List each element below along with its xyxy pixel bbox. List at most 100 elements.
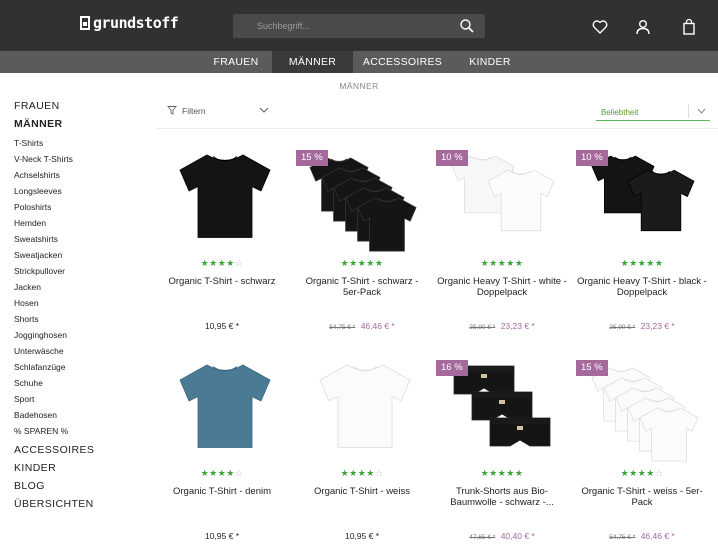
sidebar: FRAUEN MÄNNER T-Shirts V-Neck T-Shirts Ach… [14, 99, 134, 515]
product-image[interactable] [156, 358, 288, 468]
sidebar-item-kinder[interactable]: KINDER [14, 461, 134, 479]
old-price: 25,90 € * [469, 324, 496, 331]
sidebar-subitem[interactable]: Hemden [14, 215, 134, 231]
discount-badge: 15 % [296, 150, 328, 166]
sidebar-item-uebersichten[interactable]: ÜBERSICHTEN [14, 497, 134, 515]
sidebar-item-maenner[interactable]: MÄNNER [14, 117, 134, 135]
product-name[interactable]: Trunk-Shorts aus Bio-Baumwolle - schwarz… [436, 486, 568, 508]
product-name[interactable]: Organic T-Shirt - schwarz - 5er-Pack [296, 276, 428, 298]
sidebar-subitem[interactable]: Achselshirts [14, 167, 134, 183]
sidebar-subitem[interactable]: Hosen [14, 295, 134, 311]
sidebar-subitem[interactable]: Unterwäsche [14, 343, 134, 359]
product-price: 54,75 € * 46,46 € * [296, 321, 428, 331]
product-name[interactable]: Organic T-Shirt - weiss - 5er-Pack [576, 486, 708, 508]
breadcrumb: MÄNNER [339, 81, 379, 91]
current-price: 46,46 € * [360, 321, 395, 331]
sort-label: Beliebtheit [601, 108, 639, 117]
discount-badge: 10 % [436, 150, 468, 166]
logo[interactable]: grundstoff [80, 14, 179, 32]
current-price: 23,23 € * [500, 321, 535, 331]
product-card[interactable]: ★★★★☆ Organic T-Shirt - weiss 10,95 € * [296, 358, 428, 548]
category-nav: FRAUEN MÄNNER ACCESSOIRES KINDER [0, 51, 718, 73]
product-card[interactable]: ★★★★☆ Organic T-Shirt - schwarz 10,95 € … [156, 148, 288, 338]
rating-stars: ★★★★☆ [620, 468, 664, 478]
product-price: 10,95 € * [296, 531, 428, 541]
search-input[interactable] [233, 14, 453, 38]
chevron-down-icon [697, 108, 706, 114]
nav-kinder[interactable]: KINDER [452, 51, 528, 73]
product-price: 54,75 € * 46,46 € * [576, 531, 708, 541]
discount-badge: 16 % [436, 360, 468, 376]
product-name[interactable]: Organic T-Shirt - schwarz [156, 276, 288, 287]
toolbar-divider [156, 128, 718, 129]
product-price: 25,90 € * 23,23 € * [576, 321, 708, 331]
product-name[interactable]: Organic Heavy T-Shirt - white - Doppelpa… [436, 276, 568, 298]
sidebar-subitem[interactable]: Sweatjacken [14, 247, 134, 263]
sidebar-subitem[interactable]: Jacken [14, 279, 134, 295]
rating-stars: ★★★★☆ [340, 468, 384, 478]
filter-icon [167, 106, 177, 115]
sort-separator [688, 104, 689, 118]
product-image[interactable] [296, 358, 428, 468]
sort-select[interactable]: Beliebtheit [596, 102, 710, 121]
old-price: 54,75 € * [329, 324, 356, 331]
rating-stars: ★★★★★ [340, 258, 384, 268]
sidebar-item-accessoires[interactable]: ACCESSOIRES [14, 443, 134, 461]
product-price: 10,95 € * [156, 531, 288, 541]
current-price: 46,46 € * [640, 531, 675, 541]
rating-stars: ★★★★★ [480, 258, 524, 268]
product-card[interactable]: 10 % ★★★★★ Organic Heavy T-Shirt - black… [576, 148, 708, 338]
sidebar-subitem[interactable]: V-Neck T-Shirts [14, 151, 134, 167]
product-card[interactable]: 10 % ★★★★★ Organic Heavy T-Shirt - white… [436, 148, 568, 338]
logo-mark-icon [80, 16, 90, 30]
filter-label: Filtern [182, 106, 206, 116]
product-image[interactable] [156, 148, 288, 258]
sidebar-subitem[interactable]: Schuhe [14, 375, 134, 391]
discount-badge: 10 % [576, 150, 608, 166]
filter-dropdown[interactable]: Filtern [165, 102, 271, 120]
rating-stars: ★★★★★ [480, 468, 524, 478]
top-header: grundstoff [0, 0, 718, 51]
rating-stars: ★★★★☆ [200, 258, 244, 268]
product-card[interactable]: 15 % ★★★★☆ Organic T-Shirt - weiss - 5er… [576, 358, 708, 548]
product-name[interactable]: Organic T-Shirt - denim [156, 486, 288, 497]
sidebar-item-frauen[interactable]: FRAUEN [14, 99, 134, 117]
sidebar-subitem[interactable]: Jogginghosen [14, 327, 134, 343]
product-price: 10,95 € * [156, 321, 288, 331]
product-name[interactable]: Organic T-Shirt - weiss [296, 486, 428, 497]
nav-maenner[interactable]: MÄNNER [272, 51, 353, 73]
current-price: 10,95 € * [204, 321, 240, 331]
sidebar-subitem[interactable]: % SPAREN % [14, 423, 134, 439]
product-price: 25,90 € * 23,23 € * [436, 321, 568, 331]
sidebar-subitem[interactable]: T-Shirts [14, 135, 134, 151]
sidebar-subitem[interactable]: Sport [14, 391, 134, 407]
old-price: 47,65 € * [469, 534, 496, 541]
sidebar-subitem[interactable]: Strickpullover [14, 263, 134, 279]
current-price: 10,95 € * [204, 531, 240, 541]
search-icon[interactable] [459, 18, 475, 34]
product-price: 47,65 € * 40,40 € * [436, 531, 568, 541]
current-price: 40,40 € * [500, 531, 535, 541]
search-box [233, 14, 485, 38]
nav-accessoires[interactable]: ACCESSOIRES [353, 51, 452, 73]
discount-badge: 15 % [576, 360, 608, 376]
sidebar-subitem[interactable]: Sweatshirts [14, 231, 134, 247]
old-price: 25,90 € * [609, 324, 636, 331]
sidebar-subitem[interactable]: Schlafanzüge [14, 359, 134, 375]
sidebar-subitem[interactable]: Badehosen [14, 407, 134, 423]
chevron-down-icon [259, 107, 269, 113]
sidebar-subitem[interactable]: Shorts [14, 311, 134, 327]
product-card[interactable]: ★★★★☆ Organic T-Shirt - denim 10,95 € * [156, 358, 288, 548]
heart-icon[interactable] [591, 18, 609, 36]
product-card[interactable]: 15 % ★★★★★ Organic T-Shirt - schwarz - 5… [296, 148, 428, 338]
sidebar-item-blog[interactable]: BLOG [14, 479, 134, 497]
product-name[interactable]: Organic Heavy T-Shirt - black - Doppelpa… [576, 276, 708, 298]
rating-stars: ★★★★★ [620, 258, 664, 268]
bag-icon[interactable] [680, 18, 698, 36]
sidebar-subitem[interactable]: Poloshirts [14, 199, 134, 215]
current-price: 23,23 € * [640, 321, 675, 331]
user-icon[interactable] [634, 18, 652, 36]
sidebar-subitem[interactable]: Longsleeves [14, 183, 134, 199]
product-card[interactable]: 16 % ★★★★★ Trunk-Shorts aus Bio-Baumwoll… [436, 358, 568, 548]
nav-frauen[interactable]: FRAUEN [200, 51, 272, 73]
